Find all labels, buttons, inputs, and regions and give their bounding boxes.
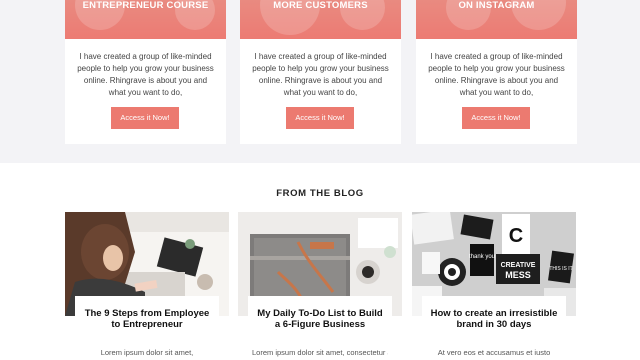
post-excerpt: Lorem ipsum dolor sit amet,	[100, 348, 194, 357]
offer-banner-title: MORE CUSTOMERS	[273, 0, 368, 11]
thumb-text-this-is-it: THIS IS IT	[549, 266, 572, 272]
offers-section: ENTREPRENEUR COURSE I have created a gro…	[0, 0, 640, 163]
blog-post-card[interactable]: C CREATIVE MESS thank you THIS IS IT How…	[412, 212, 576, 360]
access-now-button[interactable]: Access it Now!	[462, 107, 530, 129]
offer-card-entrepreneur-course: ENTREPRENEUR COURSE I have created a gro…	[65, 0, 226, 144]
post-caption-panel: My Daily To-Do List to Build a 6-Figure …	[248, 296, 392, 360]
offer-description: I have created a group of like-minded pe…	[77, 52, 214, 97]
post-caption-panel: How to create an irresistible brand in 3…	[422, 296, 566, 360]
thumb-letter: C	[509, 225, 523, 247]
thumb-text-mess: MESS	[505, 270, 531, 280]
post-excerpt: Lorem ipsum dolor sit amet, consectetur …	[252, 348, 388, 357]
post-title[interactable]: The 9 Steps from Employee to Entrepreneu…	[81, 308, 213, 330]
access-now-button[interactable]: Access it Now!	[111, 107, 179, 129]
offer-banner: ENTREPRENEUR COURSE	[65, 0, 226, 39]
post-caption-panel: The 9 Steps from Employee to Entrepreneu…	[75, 296, 219, 360]
post-title[interactable]: How to create an irresistible brand in 3…	[428, 308, 560, 330]
post-title[interactable]: My Daily To-Do List to Build a 6-Figure …	[254, 308, 386, 330]
offer-card-more-customers: MORE CUSTOMERS I have created a group of…	[240, 0, 401, 144]
blog-post-card[interactable]: My Daily To-Do List to Build a 6-Figure …	[238, 212, 402, 360]
blog-post-card[interactable]: The 9 Steps from Employee to Entrepreneu…	[65, 212, 229, 360]
offer-card-on-instagram: ON INSTAGRAM I have created a group of l…	[416, 0, 577, 144]
offer-description: I have created a group of like-minded pe…	[428, 52, 565, 97]
thumb-text-thank-you: thank you	[469, 254, 495, 260]
thumb-text-creative: CREATIVE	[501, 262, 536, 269]
access-now-button[interactable]: Access it Now!	[286, 107, 354, 129]
blog-heading: FROM THE BLOG	[276, 188, 364, 199]
offer-banner: MORE CUSTOMERS	[240, 0, 401, 39]
offer-description: I have created a group of like-minded pe…	[252, 52, 389, 97]
blog-section: FROM THE BLOG The 9 Steps from Employee …	[0, 163, 640, 360]
post-excerpt: At vero eos et accusamus et iusto	[437, 348, 551, 357]
offer-banner-title: ON INSTAGRAM	[458, 0, 535, 11]
offer-banner: ON INSTAGRAM	[416, 0, 577, 39]
offer-banner-title: ENTREPRENEUR COURSE	[82, 0, 209, 11]
